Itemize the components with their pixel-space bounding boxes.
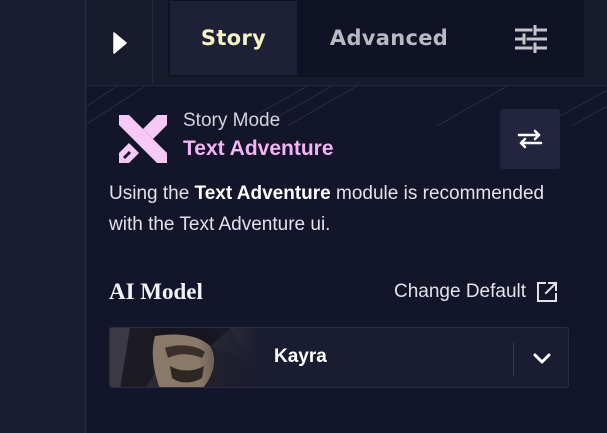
tab-bar: Story Advanced <box>87 0 607 86</box>
sliders-icon <box>515 24 547 53</box>
sidebar-toggle-button[interactable] <box>87 0 153 86</box>
swap-mode-button[interactable] <box>500 109 560 169</box>
change-default-link[interactable]: Change Default <box>394 281 558 303</box>
tab-group: Story Advanced <box>168 0 584 77</box>
description-module: Text Adventure <box>194 183 331 204</box>
model-portrait-image <box>110 328 258 387</box>
app-root: Story Advanced Story Mode Text Adventure… <box>0 0 607 433</box>
crossed-swords-icon <box>119 115 167 163</box>
story-mode-value: Text Adventure <box>183 137 334 160</box>
selected-model-name: Kayra <box>274 346 327 367</box>
external-link-icon <box>537 281 558 302</box>
play-triangle-icon <box>112 32 127 54</box>
change-default-label: Change Default <box>394 281 527 302</box>
dropdown-toggle[interactable] <box>514 328 568 387</box>
tab-story[interactable]: Story <box>170 1 297 75</box>
ai-model-heading: AI Model <box>109 279 203 304</box>
settings-sliders-button[interactable] <box>481 0 581 77</box>
swap-arrows-icon <box>517 129 543 149</box>
ai-model-select[interactable]: Kayra <box>109 327 569 388</box>
tab-advanced[interactable]: Advanced <box>297 1 481 75</box>
story-mode-label: Story Mode <box>183 110 281 131</box>
story-settings-panel: Story Advanced Story Mode Text Adventure… <box>87 0 607 433</box>
chevron-down-icon <box>533 353 551 363</box>
module-recommendation-text: Using the Text Adventure module is recom… <box>109 178 579 240</box>
left-sidebar <box>0 0 86 433</box>
description-prefix: Using the <box>109 183 195 204</box>
